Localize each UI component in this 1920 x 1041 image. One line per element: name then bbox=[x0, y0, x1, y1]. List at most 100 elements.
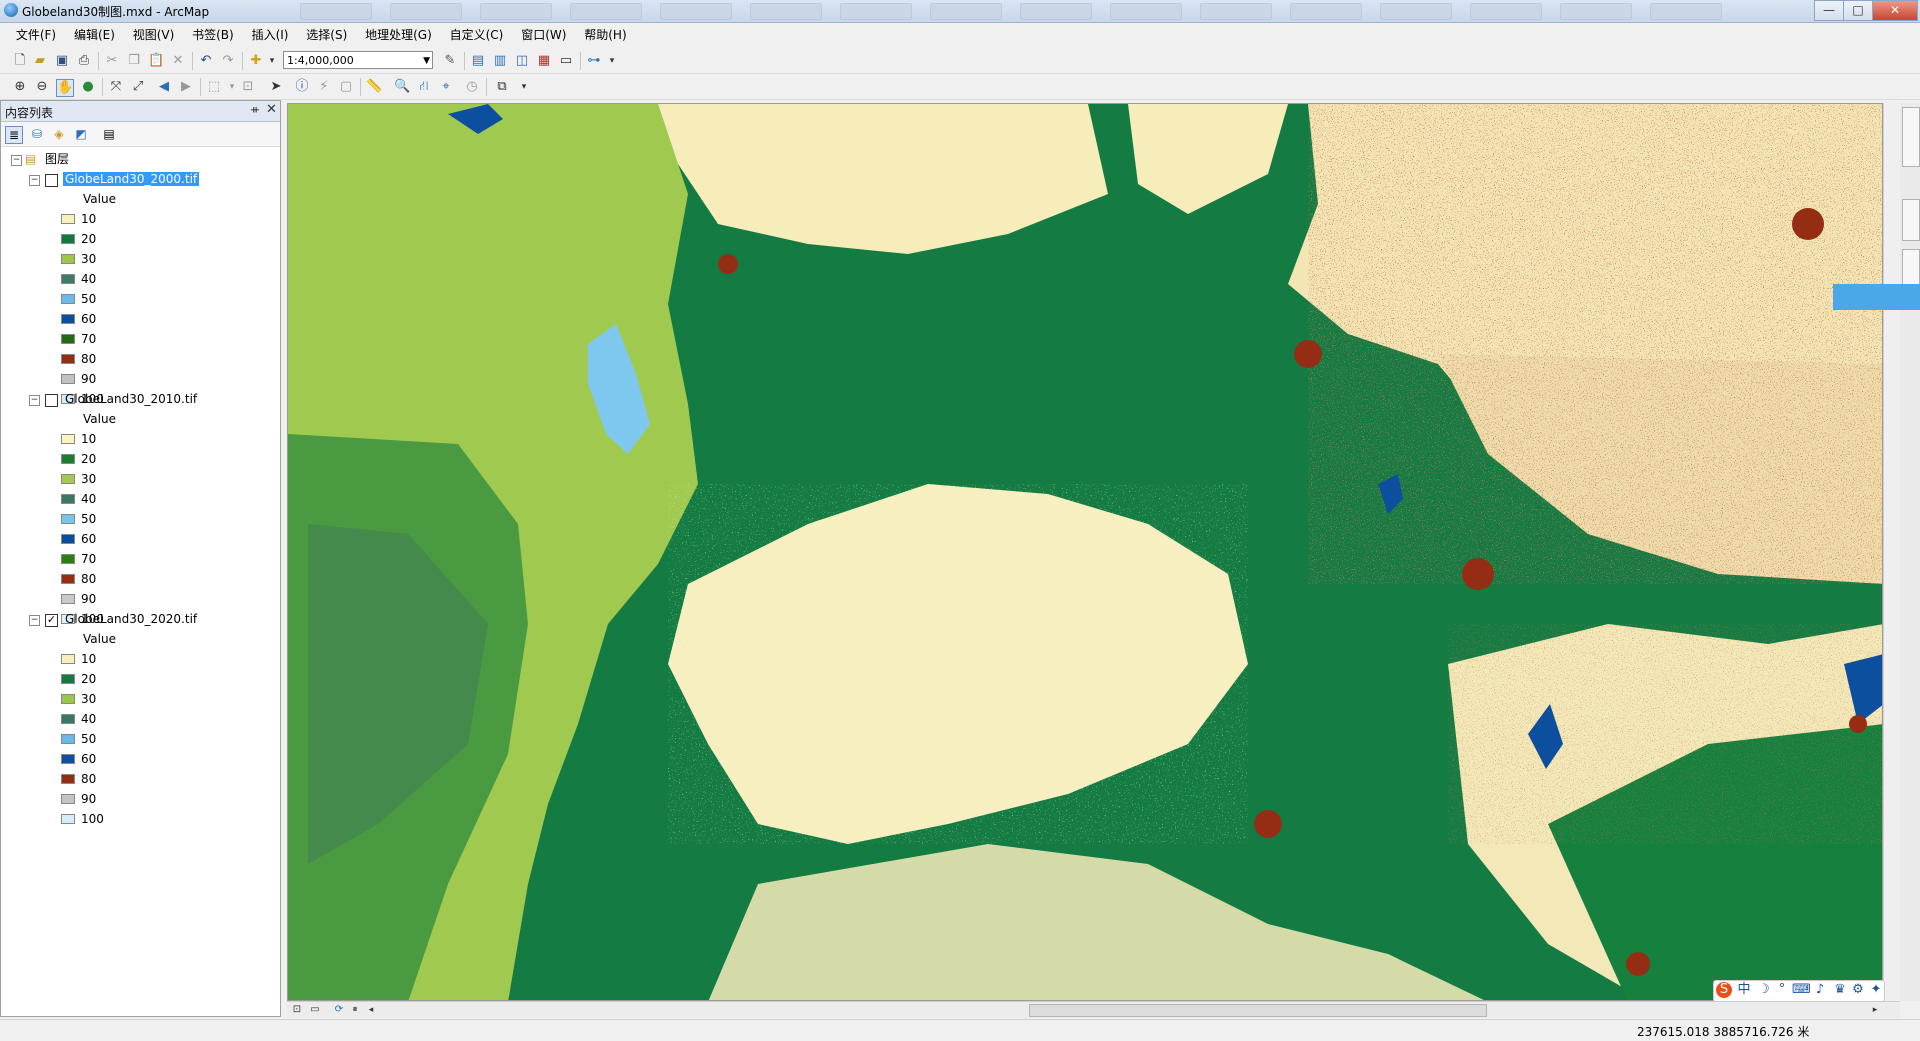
legend-swatch[interactable] bbox=[61, 294, 75, 304]
menu-customize[interactable]: 自定义(C) bbox=[443, 24, 511, 46]
legend-swatch[interactable] bbox=[61, 814, 75, 824]
legend-swatch[interactable] bbox=[61, 234, 75, 244]
legend-swatch[interactable] bbox=[61, 734, 75, 744]
collapse-icon[interactable]: − bbox=[29, 615, 40, 626]
collapse-icon[interactable]: − bbox=[11, 155, 22, 166]
add-data-dropdown-icon[interactable]: ▾ bbox=[264, 53, 280, 69]
delete-icon[interactable]: ✕ bbox=[170, 53, 186, 69]
layer-name[interactable]: GlobeLand30_2010.tif bbox=[65, 389, 197, 409]
layout-view-icon[interactable]: ▭ bbox=[307, 1002, 323, 1018]
punctuation-icon[interactable]: ° bbox=[1774, 982, 1790, 998]
legend-swatch[interactable] bbox=[61, 674, 75, 684]
legend-swatch[interactable] bbox=[61, 434, 75, 444]
legend-swatch[interactable] bbox=[61, 654, 75, 664]
arctoolbox-icon[interactable]: ▦ bbox=[536, 53, 552, 69]
settings-icon[interactable]: ✦ bbox=[1868, 982, 1884, 998]
dock-tab-search[interactable] bbox=[1902, 199, 1920, 241]
identify-icon[interactable]: ⓘ bbox=[294, 79, 310, 95]
map-display[interactable] bbox=[287, 103, 1883, 1001]
legend-swatch[interactable] bbox=[61, 694, 75, 704]
forward-extent-icon[interactable]: ▶ bbox=[178, 79, 194, 95]
new-document-icon[interactable]: 🗋 bbox=[12, 53, 28, 69]
go-to-xy-icon[interactable]: ⌖ bbox=[438, 79, 454, 95]
html-popup-icon[interactable]: ⚡ bbox=[316, 79, 332, 95]
collapse-icon[interactable]: − bbox=[29, 175, 40, 186]
clear-selection-icon[interactable]: ⊡ bbox=[240, 79, 256, 95]
pause-drawing-icon[interactable]: ⏸ bbox=[347, 1002, 363, 1018]
chinese-mode-icon[interactable]: 中 bbox=[1736, 982, 1752, 998]
legend-swatch[interactable] bbox=[61, 214, 75, 224]
cloud-sync-icon[interactable] bbox=[1833, 284, 1920, 310]
select-elements-icon[interactable]: ➤ bbox=[268, 79, 284, 95]
legend-swatch[interactable] bbox=[61, 334, 75, 344]
select-dropdown-icon[interactable]: ▾ bbox=[224, 79, 240, 95]
horizontal-scroll-thumb[interactable] bbox=[1029, 1004, 1487, 1017]
pin-icon[interactable]: ᚑ bbox=[251, 103, 259, 116]
menu-bookmarks[interactable]: 书签(B) bbox=[185, 24, 241, 46]
half-width-icon[interactable]: ☽ bbox=[1756, 982, 1772, 998]
layer-visibility-checkbox[interactable] bbox=[45, 174, 58, 187]
menu-insert[interactable]: 插入(I) bbox=[245, 24, 296, 46]
dock-tab-toolbox[interactable] bbox=[1902, 249, 1920, 289]
legend-swatch[interactable] bbox=[61, 454, 75, 464]
list-by-visibility-icon[interactable]: ◈ bbox=[51, 126, 67, 142]
dock-tab-catalog[interactable] bbox=[1902, 107, 1920, 167]
toolbar-options-icon[interactable]: ▾ bbox=[516, 79, 532, 95]
menu-windows[interactable]: 窗口(W) bbox=[514, 24, 573, 46]
measure-icon[interactable]: 📏 bbox=[366, 79, 382, 95]
find-route-icon[interactable]: ⛙ bbox=[416, 79, 432, 95]
layer-name[interactable]: GlobeLand30_2000.tif bbox=[63, 169, 200, 189]
python-window-icon[interactable]: ▭ bbox=[558, 53, 574, 69]
maximize-button[interactable]: □ bbox=[1843, 0, 1873, 21]
add-data-icon[interactable]: ✚ bbox=[248, 53, 264, 69]
toolbox-icon[interactable]: ⚙ bbox=[1850, 982, 1866, 998]
skin-icon[interactable]: ♛ bbox=[1832, 982, 1848, 998]
legend-swatch[interactable] bbox=[61, 514, 75, 524]
redo-icon[interactable]: ↷ bbox=[220, 53, 236, 69]
list-by-drawing-order-icon[interactable]: ≣ bbox=[5, 126, 23, 144]
map-vertical-scrollbar[interactable] bbox=[1883, 103, 1901, 1001]
collapse-icon[interactable]: − bbox=[29, 395, 40, 406]
keyboard-icon[interactable]: ⌨ bbox=[1792, 982, 1811, 998]
list-by-source-icon[interactable]: ⛁ bbox=[29, 126, 45, 142]
menu-help[interactable]: 帮助(H) bbox=[577, 24, 633, 46]
paste-icon[interactable]: 📋 bbox=[148, 53, 164, 69]
legend-swatch[interactable] bbox=[61, 254, 75, 264]
legend-swatch[interactable] bbox=[61, 754, 75, 764]
legend-swatch[interactable] bbox=[61, 314, 75, 324]
hyperlink-icon[interactable]: ▢ bbox=[338, 79, 354, 95]
data-view-icon[interactable]: ⊡ bbox=[289, 1002, 305, 1018]
toolbar-options-icon[interactable]: ▾ bbox=[604, 53, 620, 69]
legend-swatch[interactable] bbox=[61, 474, 75, 484]
toc-options-icon[interactable]: ▤ bbox=[101, 126, 117, 142]
map-scale-select[interactable]: 1:4,000,000 ▼ bbox=[283, 51, 433, 69]
catalog-window-icon[interactable]: ▥ bbox=[492, 53, 508, 69]
legend-swatch[interactable] bbox=[61, 494, 75, 504]
menu-edit[interactable]: 编辑(E) bbox=[67, 24, 122, 46]
minimize-button[interactable]: — bbox=[1814, 0, 1844, 21]
scroll-left-icon[interactable]: ◂ bbox=[363, 1002, 379, 1018]
legend-swatch[interactable] bbox=[61, 774, 75, 784]
open-folder-icon[interactable]: ▰ bbox=[32, 53, 48, 69]
legend-swatch[interactable] bbox=[61, 274, 75, 284]
menu-selection[interactable]: 选择(S) bbox=[299, 24, 354, 46]
close-button[interactable]: ✕ bbox=[1872, 0, 1918, 21]
undo-icon[interactable]: ↶ bbox=[198, 53, 214, 69]
legend-swatch[interactable] bbox=[61, 374, 75, 384]
fixed-zoom-in-icon[interactable]: ⤧ bbox=[108, 79, 124, 95]
search-window-icon[interactable]: ◫ bbox=[514, 53, 530, 69]
list-by-selection-icon[interactable]: ◩ bbox=[73, 126, 89, 142]
layer-name[interactable]: GlobeLand30_2020.tif bbox=[65, 609, 197, 629]
zoom-in-icon[interactable]: ⊕ bbox=[12, 79, 28, 95]
zoom-out-icon[interactable]: ⊖ bbox=[34, 79, 50, 95]
menu-view[interactable]: 视图(V) bbox=[126, 24, 182, 46]
refresh-icon[interactable]: ⟳ bbox=[331, 1002, 347, 1018]
menu-geoprocessing[interactable]: 地理处理(G) bbox=[358, 24, 439, 46]
fixed-zoom-out-icon[interactable]: ⤢ bbox=[130, 79, 146, 95]
time-slider-icon[interactable]: ◷ bbox=[464, 79, 480, 95]
copy-icon[interactable]: ❐ bbox=[126, 53, 142, 69]
legend-swatch[interactable] bbox=[61, 574, 75, 584]
legend-swatch[interactable] bbox=[61, 534, 75, 544]
create-viewer-window-icon[interactable]: ⧉ bbox=[494, 79, 510, 95]
editor-toolbar-icon[interactable]: ✎ bbox=[442, 53, 458, 69]
